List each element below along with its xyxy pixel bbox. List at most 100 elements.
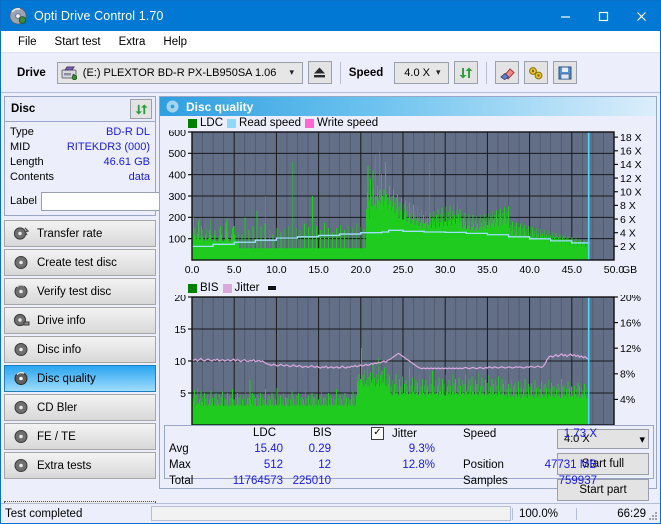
legend-swatch-bis: [188, 283, 197, 293]
legend-label-jitter: Jitter: [234, 282, 260, 294]
sidebar-item-transfer-rate[interactable]: Transfer rate: [4, 220, 156, 247]
speed-label: Speed: [348, 66, 384, 79]
sidebar-item-label: FE / TE: [37, 430, 76, 443]
legend-swatch-ldc: [188, 118, 197, 128]
disc-length-key: Length: [10, 156, 44, 168]
disc-info-panel: Disc Type BD-R DL MID RITEKDR3 (000) Len…: [4, 96, 250, 216]
save-button[interactable]: [553, 61, 578, 84]
disc-type-value: BD-R DL: [105, 126, 150, 138]
sidebar-item-extra-tests[interactable]: Extra tests: [4, 452, 156, 479]
svg-text:14 X: 14 X: [620, 159, 642, 171]
status-text: Test completed: [5, 507, 83, 520]
speed-select[interactable]: 4.0 X ▾: [394, 61, 450, 84]
disc-label-key: Label: [10, 195, 37, 207]
disc-quality-icon: [165, 99, 180, 114]
minimize-button[interactable]: [546, 1, 584, 31]
menu-file[interactable]: File: [9, 34, 46, 50]
svg-text:30.0: 30.0: [435, 264, 456, 276]
legend-ldc: LDC: [188, 117, 223, 129]
disc-refresh-button[interactable]: [130, 99, 152, 119]
toolbar-divider: [339, 61, 341, 84]
sidebar-item-label: Drive info: [37, 314, 86, 327]
disc-contents-value: data: [128, 171, 150, 183]
tools-button[interactable]: [524, 61, 549, 84]
svg-text:25.0: 25.0: [393, 264, 414, 276]
jitter-label: Jitter: [392, 428, 417, 440]
stats-col-bis: BIS: [313, 427, 332, 439]
status-bar: Test completed 100.0% 66:29: [1, 503, 660, 523]
legend-marker-icon: [268, 286, 277, 290]
menu-bar: File Start test Extra Help: [1, 31, 660, 53]
sidebar-item-fe-te[interactable]: FE / TE: [4, 423, 156, 450]
sidebar-item-cd-bler[interactable]: CD Bler: [4, 394, 156, 421]
svg-text:35.0: 35.0: [477, 264, 498, 276]
stats-bis-max: 12: [318, 459, 331, 471]
disc-info-icon: [13, 342, 30, 357]
eject-button[interactable]: [307, 61, 332, 84]
sidebar-item-label: Disc quality: [37, 372, 96, 385]
disc-mid-key: MID: [10, 141, 31, 153]
sidebar-item-label: Extra tests: [37, 459, 92, 472]
drive-select[interactable]: (E:) PLEXTOR BD-R PX-LB950SA 1.06 ▾: [56, 61, 303, 84]
stats-bis-avg: 0.29: [308, 443, 331, 455]
svg-text:4 X: 4 X: [620, 227, 636, 239]
sidebar-item-create-test-disc[interactable]: Create test disc: [4, 249, 156, 276]
extra-tests-icon: [13, 458, 30, 473]
svg-text:10 X: 10 X: [620, 187, 642, 199]
chevron-down-icon: ▾: [639, 433, 645, 446]
sidebar-item-drive-info[interactable]: Drive info: [4, 307, 156, 334]
stats-ldc-max: 512: [263, 459, 283, 471]
ldc-chart[interactable]: 100 200 300 400 500 600 2 X 4 X6 X 8 X 10 X 12 X 14…: [160, 130, 656, 278]
legend-jitter: Jitter: [222, 282, 260, 294]
stats-bis-total: 225010: [292, 475, 331, 487]
jitter-avg: 9.3%: [408, 443, 435, 455]
erase-button[interactable]: [495, 61, 520, 84]
samples-value: 759937: [558, 475, 597, 487]
svg-text:20%: 20%: [620, 295, 641, 304]
svg-text:5: 5: [180, 388, 186, 400]
close-button[interactable]: [622, 1, 660, 31]
svg-text:GB: GB: [622, 264, 637, 276]
svg-text:18 X: 18 X: [620, 132, 642, 144]
disc-burn-icon: [13, 255, 30, 270]
bis-legend: BIS Jitter: [160, 281, 656, 295]
disc-quality-icon: [13, 371, 30, 386]
legend-write-speed: Write speed: [305, 117, 378, 129]
sidebar: Disc Type BD-R DL MID RITEKDR3 (000) Len…: [1, 93, 250, 521]
svg-text:6 X: 6 X: [620, 214, 636, 226]
svg-text:10: 10: [174, 356, 186, 368]
bis-chart[interactable]: 51015204%8%12%16%20%0.05.010.015.020.025…: [160, 295, 656, 443]
progress-percent: 100.0%: [512, 507, 576, 520]
toolbar-divider: [486, 61, 488, 84]
disc-row-contents: Contents data: [10, 170, 150, 185]
svg-text:15.0: 15.0: [308, 264, 329, 276]
menu-extra[interactable]: Extra: [110, 34, 155, 50]
toolbar: Drive (E:) PLEXTOR BD-R PX-LB950SA 1.06 …: [1, 53, 660, 93]
legend-swatch-read-speed: [227, 118, 237, 128]
svg-text:16 X: 16 X: [620, 146, 642, 158]
disc-mid-value: RITEKDR3 (000): [66, 141, 150, 153]
fe-te-icon: [13, 429, 30, 444]
jitter-checkbox[interactable]: ✓: [371, 426, 384, 440]
nav-list: Transfer rate Create test disc Verify te…: [4, 220, 156, 479]
svg-text:2 X: 2 X: [620, 241, 636, 253]
stats-ldc-bis: LDC BIS Avg Max Total 15.40 512 11764573…: [165, 426, 335, 487]
svg-text:600: 600: [168, 130, 186, 139]
position-label: Position: [463, 459, 504, 471]
progress-bar: [151, 506, 511, 521]
cd-bler-icon: [13, 400, 30, 415]
disc-panel-title: Disc: [11, 103, 36, 115]
jitter-max: 12.8%: [402, 459, 435, 471]
sidebar-item-disc-info[interactable]: Disc info: [4, 336, 156, 363]
drive-label: Drive: [17, 66, 46, 79]
maximize-button[interactable]: [584, 1, 622, 31]
drive-icon: [61, 66, 77, 80]
resize-grip[interactable]: [648, 511, 658, 521]
menu-help[interactable]: Help: [154, 34, 196, 50]
refresh-button[interactable]: [454, 61, 479, 84]
menu-start-test[interactable]: Start test: [46, 34, 110, 50]
disc-contents-key: Contents: [10, 171, 55, 183]
sidebar-item-disc-quality[interactable]: Disc quality: [4, 365, 156, 392]
jitter-checkbox-box: ✓: [371, 426, 384, 440]
sidebar-item-verify-test-disc[interactable]: Verify test disc: [4, 278, 156, 305]
